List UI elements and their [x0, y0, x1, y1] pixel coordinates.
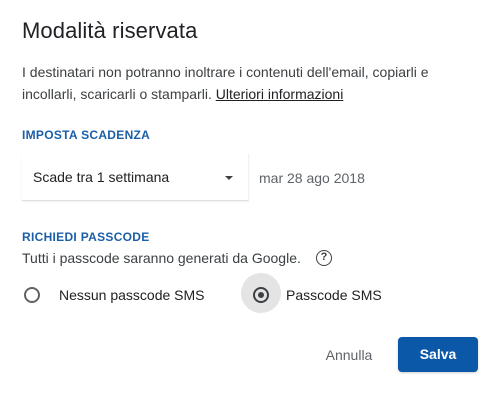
expiry-select[interactable]: Scade tra 1 settimana	[22, 154, 249, 201]
learn-more-link[interactable]: Ulteriori informazioni	[216, 86, 344, 102]
expiry-date: mar 28 ago 2018	[259, 170, 365, 186]
radio-checked-icon	[253, 287, 269, 303]
radio-label: Nessun passcode SMS	[59, 287, 205, 303]
dialog-title: Modalità riservata	[22, 18, 198, 43]
passcode-info-text: Tutti i passcode saranno generati da Goo…	[22, 250, 301, 266]
expiry-section-label: IMPOSTA SCADENZA	[22, 128, 151, 142]
passcode-section-label: RICHIEDI PASSCODE	[22, 230, 150, 244]
expiry-select-value: Scade tra 1 settimana	[33, 169, 170, 185]
help-circle-icon[interactable]: ?	[316, 250, 332, 266]
cancel-button[interactable]: Annulla	[313, 343, 385, 367]
dialog-description: I destinatari non potranno inoltrare i c…	[22, 61, 482, 105]
radio-label: Passcode SMS	[286, 287, 382, 303]
radio-dot	[258, 292, 264, 298]
dropdown-arrow-icon	[225, 176, 233, 180]
confidential-mode-dialog: Modalità riservata I destinatari non pot…	[0, 0, 500, 393]
radio-unchecked-icon	[24, 287, 40, 303]
save-button[interactable]: Salva	[398, 337, 478, 372]
